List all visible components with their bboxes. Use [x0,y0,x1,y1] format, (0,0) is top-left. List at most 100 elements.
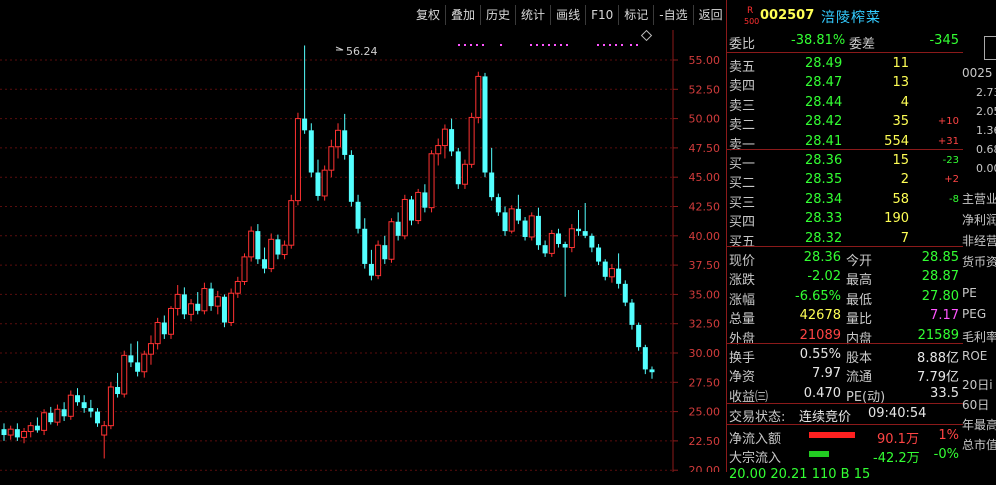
bids-volume: 15 [892,153,909,168]
stat-l1: 总量 [729,312,756,328]
candles [1,45,655,459]
asks-label: 卖三 [729,98,756,114]
index-badge-icon: 500 [744,17,760,26]
info-v2: 33.5 [930,385,959,401]
asks-row[interactable]: 卖四 28.47 13 [727,73,963,95]
weicha-value: -345 [929,33,959,48]
stat-v1: -6.65% [795,288,841,304]
asks-label: 卖四 [729,79,756,95]
stat-v2: 28.87 [921,269,959,285]
candle [388,218,395,263]
stock-header[interactable]: R 500 002507 涪陵榨菜 [727,4,963,28]
side-label: PEG [962,307,987,321]
weibi-label: 委比 [729,37,756,52]
candle [255,224,261,264]
candle [221,294,227,328]
asks-row[interactable]: 卖五 28.49 11 [727,54,963,75]
info-row: 收益㈢ 0.470 PE(动) 33.5 [727,384,963,405]
stat-v2: 27.80 [921,288,959,304]
candle [321,165,328,201]
price-axis: 55.00 52.50 50.00 47.50 45.00 42.50 40.00 37.50… [673,54,720,472]
r-badge-icon: R [747,6,754,16]
asks-price: 28.49 [805,56,843,71]
status-value: 连续竞价 [799,410,852,425]
toolbar-btn-5[interactable]: F10 [585,5,618,25]
stat-v1: 28.36 [803,250,841,265]
info-v1: 0.55% [799,347,841,362]
bids-price: 28.32 [805,230,843,246]
side-label: PE [962,286,977,300]
stock-name: 涪陵榨菜 [821,10,881,26]
collapse-toggle[interactable] [984,36,996,60]
candle [355,194,361,234]
info-l2: 股本 [846,351,873,366]
candle [636,322,642,351]
toolbar-btn-3[interactable]: 统计 [515,5,550,25]
side-num: 0.00 [976,162,996,175]
info-row: 净资 7.97 流通 7.79亿 [727,364,963,385]
bids-volume: 7 [900,230,909,246]
status-row: 交易状态: 连续竞价 09:40:54 [727,404,963,425]
candle [482,72,488,178]
bids-change: -23 [942,155,959,166]
candle [201,282,208,315]
candle [248,226,255,262]
weicha-label: 委差 [849,37,876,52]
bids-row[interactable]: 买四 28.33 190 [727,209,963,230]
asks-row[interactable]: 卖二 28.42 35 +10 [727,112,963,133]
side-label: 主营业 [962,192,996,206]
candle [649,366,655,379]
block-inflow-row[interactable]: 大宗流入 -42.2万 -0% [727,445,963,466]
status-label: 交易状态: [729,410,786,425]
asks-volume: 35 [892,114,909,130]
candle [629,299,635,330]
candle [535,207,541,250]
bids-row[interactable]: 买一 28.36 15 -23 [727,151,963,172]
candle [48,406,54,425]
asks-price: 28.41 [805,133,843,149]
toolbar-btn-6[interactable]: 标记 [618,5,653,25]
info-row: 换手 0.55% 股本 8.88亿 [727,345,963,366]
candle [422,184,428,213]
toolbar-btn-4[interactable]: 画线 [550,5,585,25]
toolbar-btn-8[interactable]: 返回 [692,5,728,25]
stat-l2: 今开 [846,254,873,269]
y-tick-label: 42.50 [689,201,721,214]
candle [95,408,101,427]
net-inflow-row[interactable]: 净流入额 90.1万 1% [727,426,963,447]
candle [54,404,61,426]
toolbar-btn-7[interactable]: -自选 [653,5,692,25]
asks-price: 28.44 [805,94,843,110]
kline-chart[interactable]: 55.00 52.50 50.00 47.50 45.00 42.50 40.00 37.50… [0,0,726,472]
toolbar-btn-1[interactable]: 叠加 [445,5,480,25]
asks-volume: 554 [884,133,909,149]
info-l1: 收益㈢ [729,389,769,405]
toolbar-btn-2[interactable]: 历史 [480,5,515,25]
asks-row[interactable]: 卖三 28.44 4 [727,93,963,114]
stats-row: 总量 42678 量比 7.17 [727,306,963,328]
candle [489,147,495,201]
candle [154,317,161,350]
candle [342,113,348,160]
side-label: 非经营 [962,234,996,248]
bids-row[interactable]: 买三 28.34 58 -8 [727,190,963,211]
candle [275,234,281,260]
candle [348,150,354,207]
stat-l1: 涨幅 [729,292,756,308]
toolbar-btn-0[interactable]: 复权 [411,5,445,25]
candle [382,235,388,264]
candle [181,287,187,320]
info-v2: 8.88亿 [917,351,959,366]
candle [568,224,575,253]
bids-row[interactable]: 买二 28.35 2 +2 [727,170,963,191]
candle [548,229,555,257]
asks-label: 卖五 [729,60,756,75]
candle [135,341,141,377]
weibi-row: 委比 -38.81% 委差 -345 [727,31,963,52]
stat-v2: 21589 [917,327,959,343]
bids-price: 28.33 [805,211,843,227]
diamond-icon[interactable] [640,29,653,42]
y-tick-label: 35.00 [689,288,721,301]
candle [589,233,595,253]
y-tick-label: 25.00 [689,406,721,419]
